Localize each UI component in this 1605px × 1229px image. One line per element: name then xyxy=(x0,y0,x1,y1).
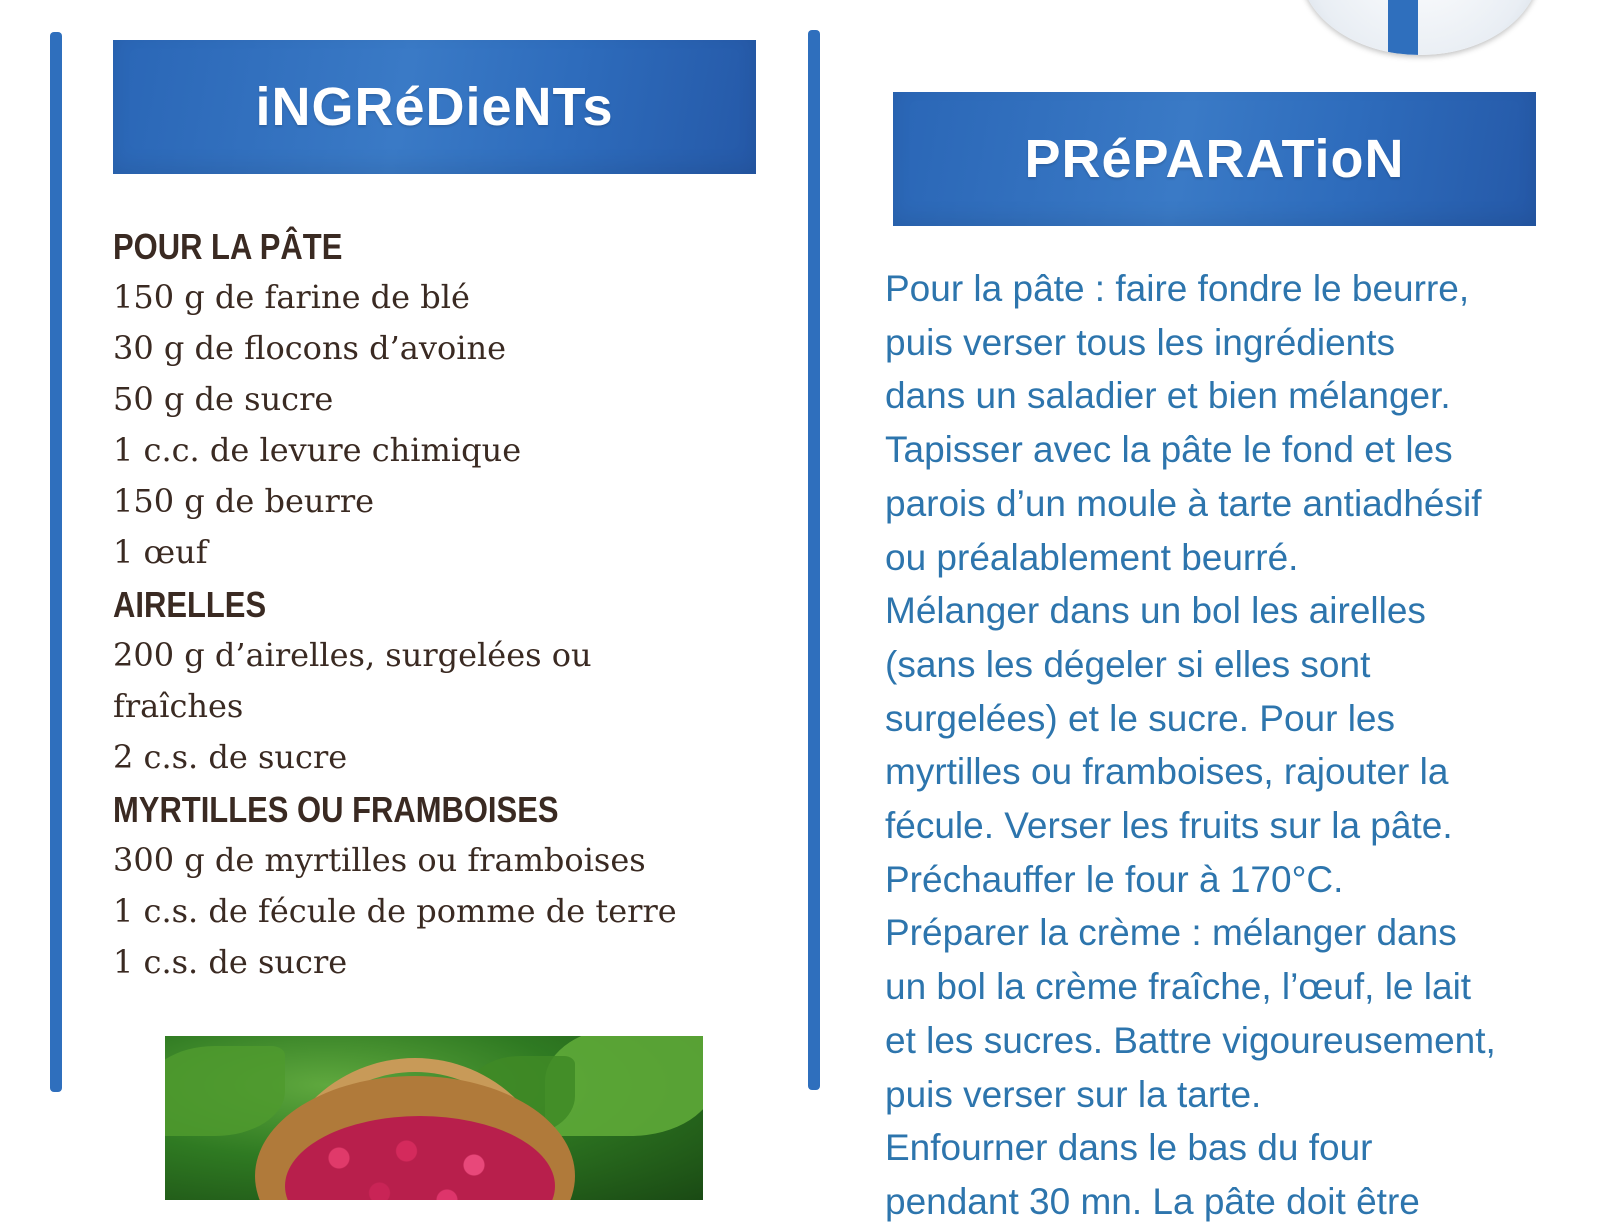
section-title: AIRELLES xyxy=(113,584,267,625)
preparation-line: et les sucres. Battre vigoureusement, xyxy=(885,1019,1496,1061)
finland-flag-badge xyxy=(1300,0,1540,55)
ingredient-item: 300 g de myrtilles ou framboises xyxy=(113,841,646,879)
section-title: POUR LA PÂTE xyxy=(113,226,343,267)
preparation-line: Préchauffer le four à 170°C. xyxy=(885,858,1344,900)
preparation-line: ou préalablement beurré. xyxy=(885,536,1299,578)
ingredient-section-airelles: AIRELLES 200 g d’airelles, surgelées ou … xyxy=(113,580,763,783)
ingredient-item: fraîches xyxy=(113,687,244,725)
berry-basket-photo xyxy=(165,1036,703,1200)
ingredient-item: 1 c.s. de fécule de pomme de terre xyxy=(113,892,677,930)
ingredients-list: POUR LA PÂTE 150 g de farine de blé 30 g… xyxy=(113,222,763,990)
ingredient-section-myrtilles: MYRTILLES OU FRAMBOISES 300 g de myrtill… xyxy=(113,785,763,988)
ingredient-item: 2 c.s. de sucre xyxy=(113,738,348,776)
ingredient-item: 150 g de beurre xyxy=(113,482,375,520)
preparation-text: Pour la pâte : faire fondre le beurre, p… xyxy=(885,262,1565,1229)
preparation-line: Mélanger dans un bol les airelles xyxy=(885,590,1426,632)
ingredient-item: 1 c.c. de levure chimique xyxy=(113,431,522,469)
preparation-heading: PRéPARATioN xyxy=(1024,129,1405,189)
ingredients-heading: iNGRéDieNTs xyxy=(255,77,614,137)
left-decorative-border xyxy=(50,32,62,1092)
ingredients-banner: iNGRéDieNTs xyxy=(113,40,756,174)
preparation-line: myrtilles ou framboises, rajouter la xyxy=(885,751,1449,793)
preparation-line: Tapisser avec la pâte le fond et les xyxy=(885,429,1453,471)
ingredient-item: 200 g d’airelles, surgelées ou xyxy=(113,636,592,674)
ingredient-item: 150 g de farine de blé xyxy=(113,278,470,316)
ingredient-item: 1 c.s. de sucre xyxy=(113,943,348,981)
preparation-line: puis verser sur la tarte. xyxy=(885,1073,1262,1115)
preparation-line: un bol la crème fraîche, l’œuf, le lait xyxy=(885,966,1472,1008)
preparation-line: surgelées) et le sucre. Pour les xyxy=(885,697,1396,739)
preparation-line: pendant 30 mn. La pâte doit être xyxy=(885,1180,1420,1222)
ingredient-item: 50 g de sucre xyxy=(113,380,334,418)
preparation-line: Préparer la crème : mélanger dans xyxy=(885,912,1457,954)
preparation-line: (sans les dégeler si elles sont xyxy=(885,643,1371,685)
preparation-banner: PRéPARATioN xyxy=(893,92,1536,226)
ingredient-section-pate: POUR LA PÂTE 150 g de farine de blé 30 g… xyxy=(113,222,763,578)
preparation-line: fécule. Verser les fruits sur la pâte. xyxy=(885,805,1453,847)
right-decorative-border xyxy=(808,30,820,1090)
preparation-line: parois d’un moule à tarte antiadhésif xyxy=(885,482,1482,524)
flag-cross-stripe xyxy=(1388,0,1418,55)
preparation-line: Enfourner dans le bas du four xyxy=(885,1127,1373,1169)
preparation-line: dans un saladier et bien mélanger. xyxy=(885,375,1451,417)
section-title: MYRTILLES OU FRAMBOISES xyxy=(113,789,559,830)
preparation-line: Pour la pâte : faire fondre le beurre, xyxy=(885,268,1470,309)
preparation-line: puis verser tous les ingrédients xyxy=(885,321,1396,363)
ingredient-item: 30 g de flocons d’avoine xyxy=(113,329,506,367)
leaf-shape xyxy=(165,1046,285,1136)
ingredient-item: 1 œuf xyxy=(113,533,208,571)
